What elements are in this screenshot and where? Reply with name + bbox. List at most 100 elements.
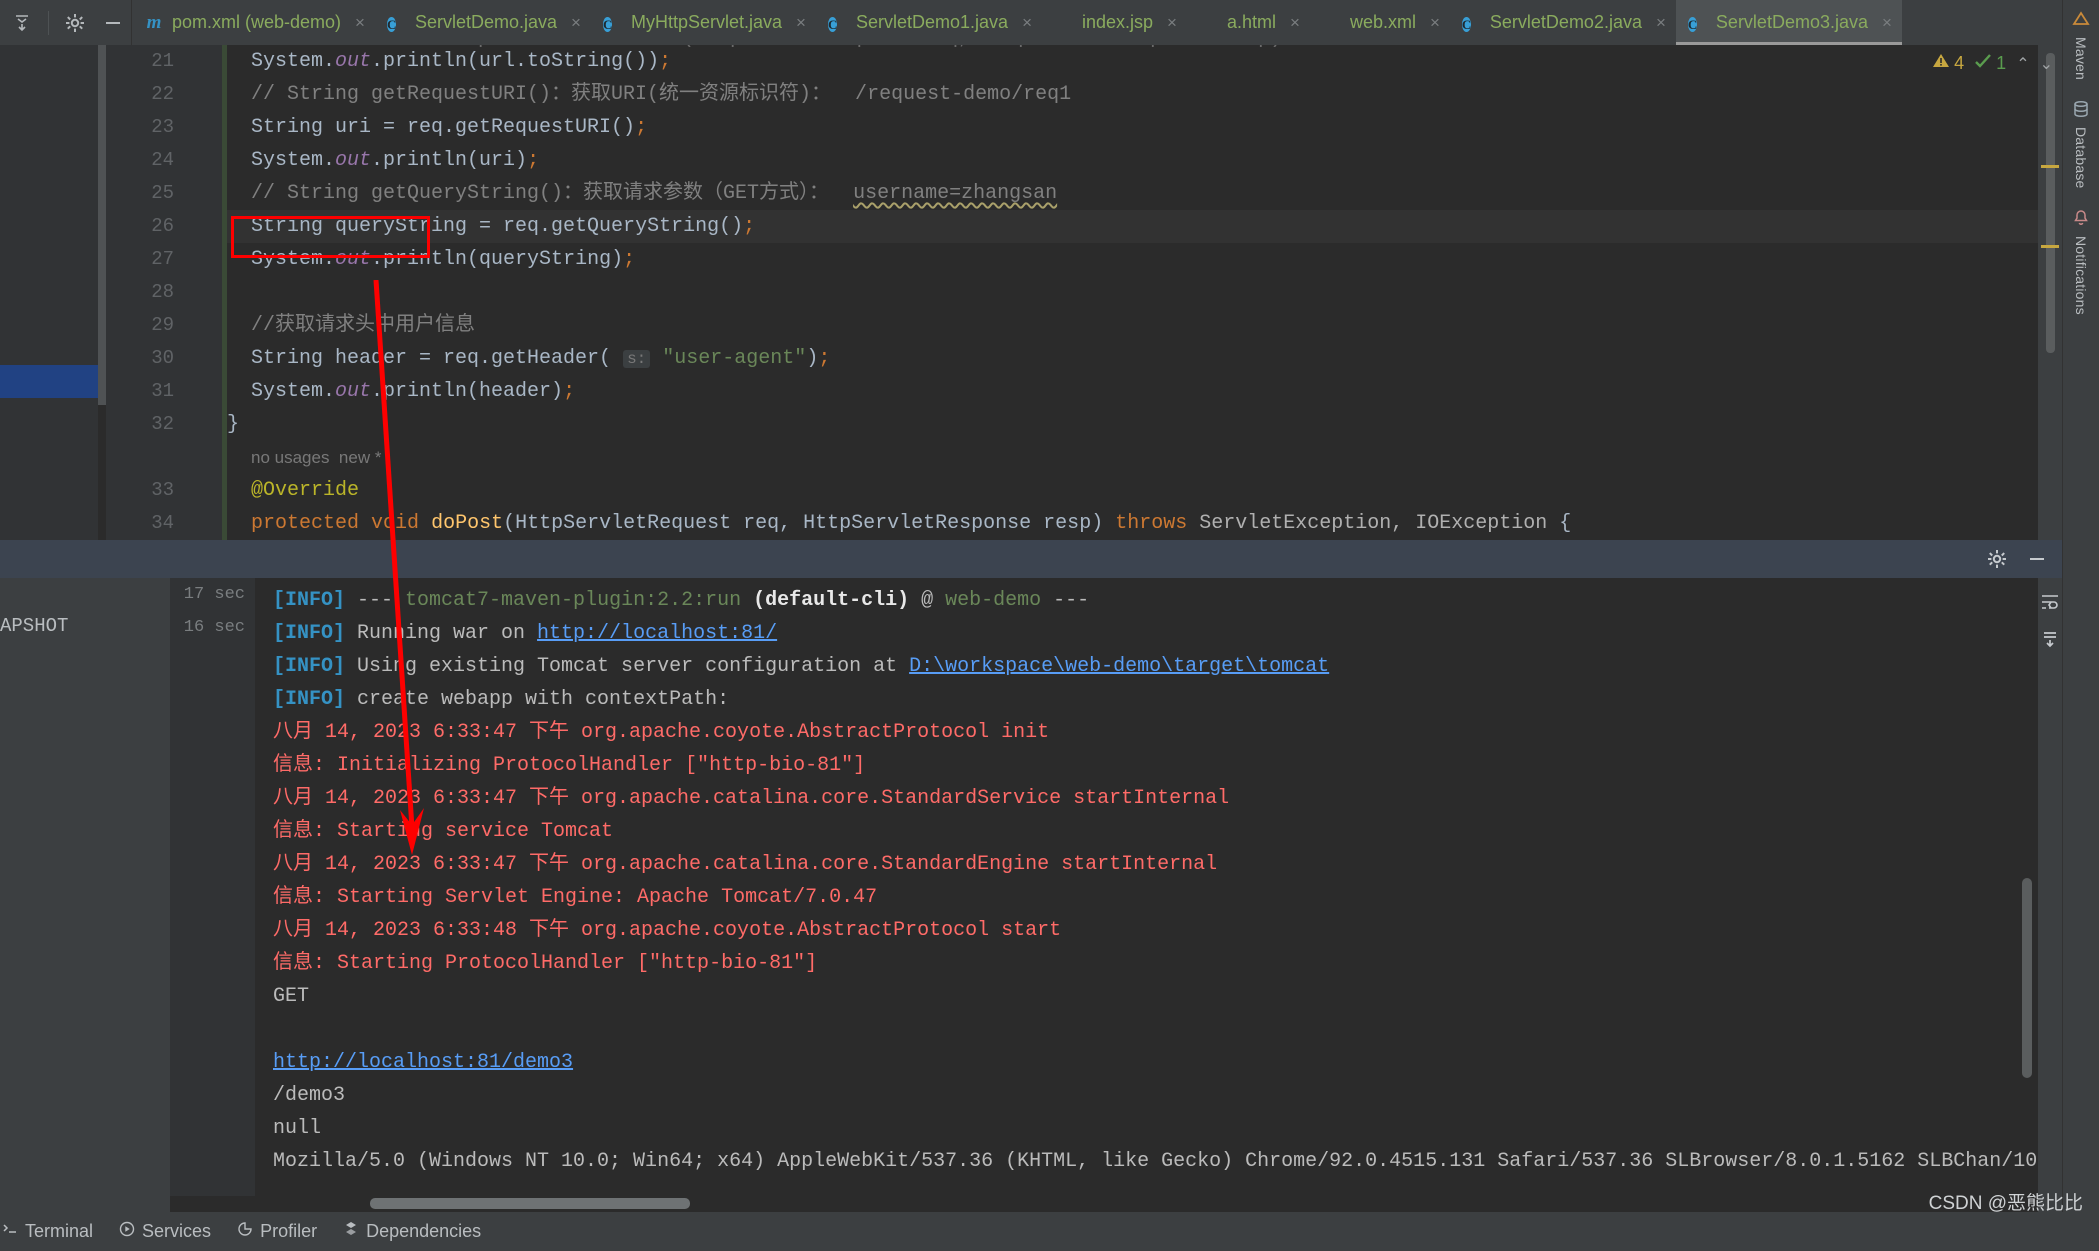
- maven-icon: [2072, 10, 2090, 31]
- code-line-partial: public void doGet(HttpServletRequest req…: [454, 45, 1282, 50]
- collapse-all-icon[interactable]: [10, 11, 34, 35]
- new-hint[interactable]: new *: [339, 448, 382, 467]
- inspection-warning-marker[interactable]: [2041, 245, 2059, 248]
- tab-close-icon[interactable]: ×: [1161, 13, 1177, 33]
- line-number: 34: [151, 512, 174, 534]
- wrap-text-icon[interactable]: [2040, 592, 2060, 612]
- tab-servletdemo3-java[interactable]: C ServletDemo3.java ×: [1675, 0, 1902, 45]
- console-horizontal-scrollbar-thumb[interactable]: [370, 1198, 690, 1209]
- tab-close-icon[interactable]: ×: [1284, 13, 1300, 33]
- tool-window-maven[interactable]: Maven: [2063, 0, 2099, 90]
- tab-index-jsp[interactable]: JSP index.jsp ×: [1042, 0, 1187, 45]
- code-text-area[interactable]: public void doGet(HttpServletRequest req…: [227, 45, 2062, 540]
- tab-label: web.xml: [1349, 12, 1416, 32]
- inspection-ok-count[interactable]: 1: [1974, 52, 2006, 75]
- console-text[interactable]: [INFO] --- tomcat7-maven-plugin:2.2:run …: [255, 578, 2038, 1212]
- console-line: GET: [273, 985, 310, 1008]
- console-output[interactable]: 17 sec 16 sec [INFO] --- tomcat7-maven-p…: [170, 578, 2038, 1212]
- run-tree-item[interactable]: APSHOT: [0, 611, 170, 637]
- console-horizontal-scrollbar-track[interactable]: [170, 1196, 2038, 1212]
- tab-servletdemo1-java[interactable]: C ServletDemo1.java ×: [816, 0, 1042, 45]
- tab-label: a.html: [1226, 12, 1277, 32]
- status-item-profiler[interactable]: Profiler: [237, 1221, 317, 1242]
- code-line-hints: no usages new *: [227, 441, 2062, 474]
- console-link[interactable]: http://localhost:81/demo3: [273, 1051, 573, 1074]
- console-side-toolbar: [2038, 578, 2062, 1212]
- inspection-warning-marker[interactable]: [2041, 165, 2059, 168]
- usage-hint[interactable]: no usages: [251, 448, 329, 467]
- console-gutter: 17 sec 16 sec: [170, 578, 255, 1212]
- terminal-icon: [2, 1221, 18, 1242]
- tab-close-icon[interactable]: ×: [1424, 13, 1440, 33]
- java-class-icon: C: [827, 16, 838, 32]
- line-number: 28: [151, 281, 174, 303]
- tab-close-icon[interactable]: ×: [790, 13, 806, 33]
- console-link[interactable]: http://localhost:81/: [537, 622, 777, 645]
- tab-web-xml[interactable]: <> web.xml ×: [1310, 0, 1450, 45]
- editor-inspection-widget[interactable]: 4 1 ⌃ ⌄: [1932, 52, 2053, 75]
- scroll-to-end-icon[interactable]: [2040, 630, 2060, 650]
- java-class-icon: C: [386, 16, 397, 32]
- code-line-27: System.out.println(queryString);: [251, 248, 636, 271]
- console-timing: 17 sec: [183, 585, 245, 604]
- tab-a-html[interactable]: H a.html ×: [1187, 0, 1310, 45]
- minimize-icon[interactable]: [101, 11, 125, 35]
- console-line: [INFO] create webapp with contextPath:: [273, 688, 742, 711]
- line-number: 30: [151, 347, 174, 369]
- settings-gear-icon[interactable]: [63, 11, 87, 35]
- tab-close-icon[interactable]: ×: [1650, 13, 1666, 33]
- line-number: 33: [151, 479, 174, 501]
- status-item-dependencies[interactable]: Dependencies: [343, 1221, 481, 1242]
- run-configuration-tree[interactable]: APSHOT: [0, 578, 170, 1212]
- line-number: 27: [151, 248, 174, 270]
- console-line: null: [273, 1117, 322, 1140]
- editor-inspection-strip[interactable]: [2038, 45, 2062, 540]
- console-line: [INFO] Using existing Tomcat server conf…: [273, 655, 1330, 678]
- console-line: /demo3: [273, 1084, 346, 1107]
- code-editor[interactable]: 21 22 23 24 25 26 27 28 29 30 31 32 33 3…: [0, 45, 2062, 540]
- gear-icon[interactable]: [1986, 548, 2008, 570]
- tab-pom-xml[interactable]: m pom.xml (web-demo) ×: [132, 0, 375, 45]
- tab-close-icon[interactable]: ×: [1016, 13, 1032, 33]
- minimize-icon[interactable]: [2026, 548, 2048, 570]
- inlay-parameter-hint: s:: [623, 350, 651, 368]
- editor-vertical-scrollbar[interactable]: [2046, 53, 2055, 353]
- code-folding-column[interactable]: [184, 45, 395, 540]
- tool-window-database[interactable]: Database: [2063, 90, 2099, 199]
- editor-scroll-shadow: [98, 45, 106, 405]
- tab-close-icon[interactable]: ×: [565, 13, 581, 33]
- line-number: 31: [151, 380, 174, 402]
- line-number: 21: [151, 50, 174, 72]
- console-line: 八月 14, 2023 6:33:47 下午 org.apache.catali…: [273, 853, 1218, 876]
- code-line-25: // String getQueryString()：获取请求参数（GET方式）…: [251, 182, 1058, 205]
- tab-myhttpservlet-java[interactable]: C MyHttpServlet.java ×: [591, 0, 816, 45]
- tab-servletdemo2-java[interactable]: C ServletDemo2.java ×: [1450, 0, 1676, 45]
- code-comment: // String getRequestURI()：获取URI(统一资源标识符)…: [251, 83, 1072, 106]
- console-timing: 16 sec: [183, 618, 245, 637]
- tool-window-buttons: [0, 0, 131, 45]
- console-link[interactable]: D:\workspace\web-demo\target\tomcat: [909, 655, 1329, 678]
- console-vertical-scrollbar[interactable]: [2022, 878, 2032, 1078]
- console-line: 信息: Starting service Tomcat: [273, 820, 614, 843]
- chevron-down-icon[interactable]: ⌄: [2040, 54, 2053, 74]
- tab-close-icon[interactable]: ×: [1876, 13, 1892, 33]
- console-line: 八月 14, 2023 6:33:47 下午 org.apache.catali…: [273, 787, 1230, 810]
- status-item-terminal[interactable]: Terminal: [2, 1221, 93, 1242]
- tab-close-icon[interactable]: ×: [349, 13, 365, 33]
- tool-window-label: Notifications: [2073, 235, 2089, 315]
- code-line-33: @Override: [251, 479, 360, 502]
- tab-label: pom.xml (web-demo): [172, 12, 342, 32]
- status-item-label: Services: [142, 1221, 212, 1241]
- chevron-up-icon[interactable]: ⌃: [2016, 54, 2029, 74]
- idea-window: m pom.xml (web-demo) × C ServletDemo.jav…: [0, 0, 2099, 1251]
- tool-window-notifications[interactable]: Notifications: [2063, 199, 2099, 325]
- status-item-label: Terminal: [25, 1221, 94, 1241]
- tab-servletdemo-java[interactable]: C ServletDemo.java ×: [375, 0, 591, 45]
- java-class-icon: C: [1687, 16, 1698, 32]
- inspection-warning-count[interactable]: 4: [1932, 52, 1964, 75]
- tab-label: ServletDemo.java: [414, 12, 558, 32]
- line-number: 22: [151, 83, 174, 105]
- status-item-services[interactable]: Services: [119, 1221, 211, 1242]
- console-line: Mozilla/5.0 (Windows NT 10.0; Win64; x64…: [273, 1150, 2038, 1173]
